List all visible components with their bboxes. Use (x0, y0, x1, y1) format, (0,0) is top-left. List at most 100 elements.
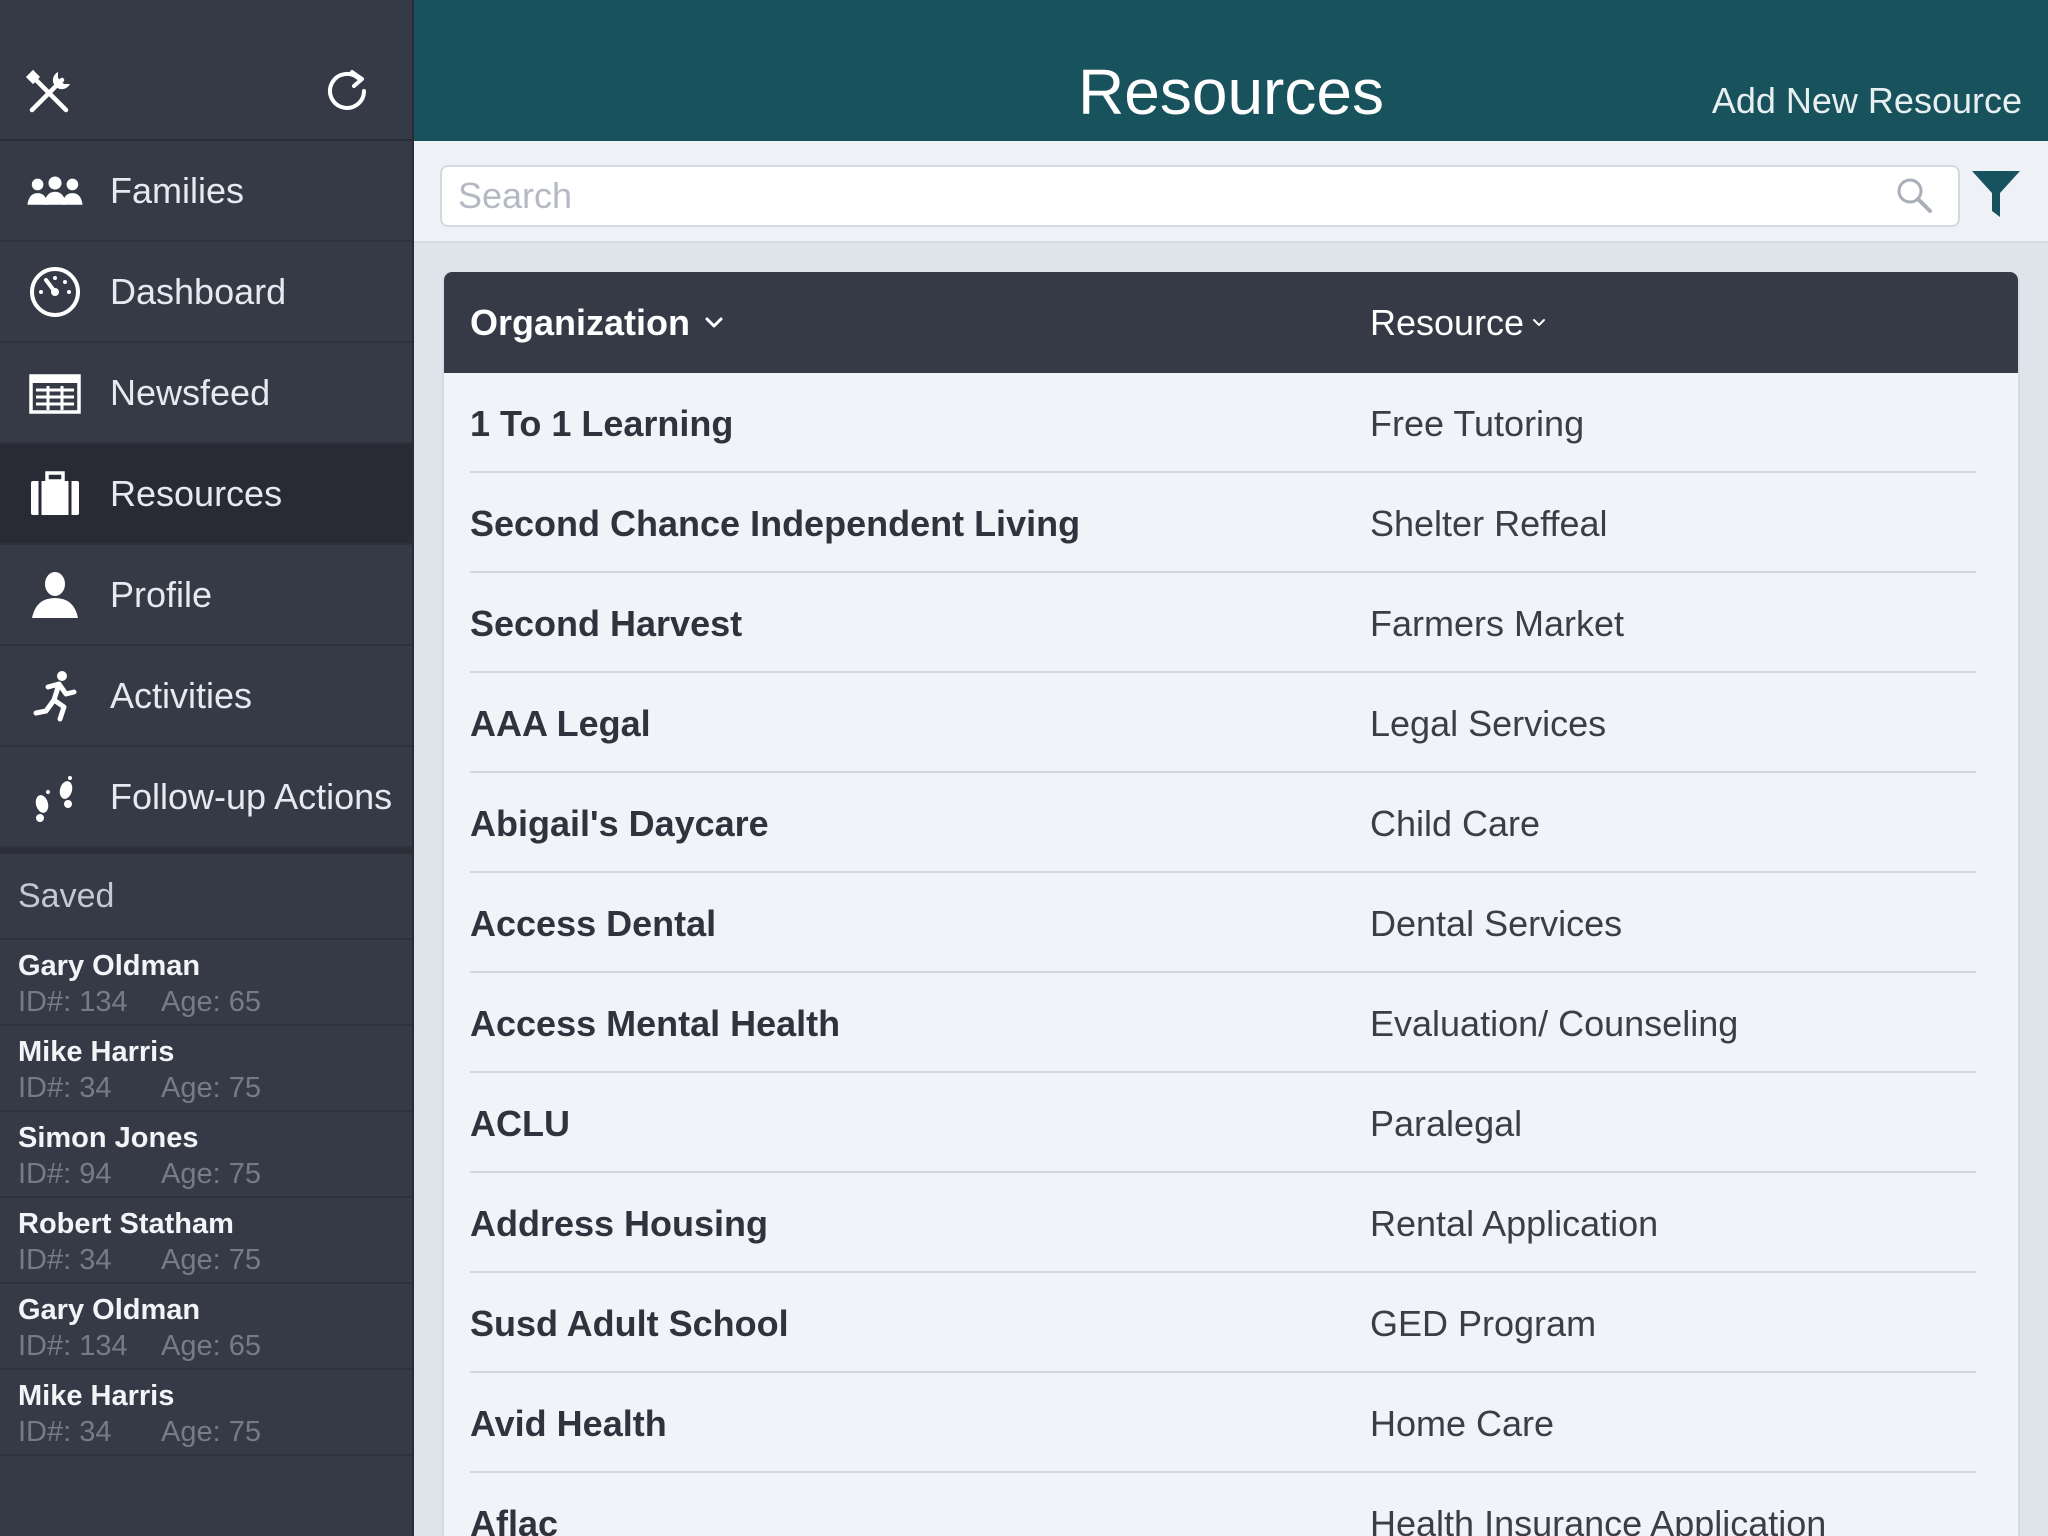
table-row[interactable]: Susd Adult School GED Program (470, 1273, 1976, 1373)
resource-cell: Home Care (1370, 1403, 1555, 1444)
table-row[interactable]: Access Dental Dental Services (470, 873, 1976, 973)
saved-item[interactable]: Mike Harris ID#: 34 Age: 75 (0, 1026, 412, 1112)
saved-heading: Saved (0, 854, 412, 940)
families-icon (0, 140, 110, 241)
sidebar: Families Dashboard Newsfeed Resources Pr… (0, 0, 414, 1536)
table-row[interactable]: ACLU Paralegal (470, 1073, 1976, 1173)
table-row[interactable]: Second Chance Independent Living Shelter … (470, 473, 1976, 573)
column-header-resource[interactable]: Resource (1370, 302, 1546, 344)
briefcase-icon (0, 443, 110, 544)
table-row[interactable]: Avid Health Home Care (470, 1373, 1976, 1473)
organization-cell: Access Mental Health (470, 1003, 841, 1044)
search-bar (414, 141, 2048, 243)
organization-cell: Aflac (470, 1503, 559, 1536)
table-row[interactable]: Address Housing Rental Application (470, 1173, 1976, 1273)
resource-cell: Farmers Market (1370, 603, 1625, 644)
sidebar-item-label: Families (110, 169, 245, 211)
search-input[interactable] (440, 165, 1960, 227)
saved-item-age: Age: 75 (161, 1072, 261, 1104)
organization-cell: Access Dental (470, 903, 717, 944)
table-row[interactable]: 1 To 1 Learning Free Tutoring (470, 373, 1976, 473)
column-header-organization[interactable]: Organization (470, 302, 724, 344)
table-row[interactable]: Second Harvest Farmers Market (470, 573, 1976, 673)
refresh-icon[interactable] (322, 66, 372, 116)
sidebar-item-label: Newsfeed (110, 371, 271, 413)
resource-cell: Shelter Reffeal (1370, 503, 1608, 544)
page-header: Resources Add New Resource (414, 0, 2048, 141)
saved-item-age: Age: 75 (161, 1244, 261, 1276)
newsfeed-icon (0, 342, 110, 443)
organization-cell: ACLU (470, 1103, 570, 1144)
sidebar-item-label: Dashboard (110, 270, 287, 312)
chevron-down-icon (705, 317, 723, 328)
sidebar-item-dashboard[interactable]: Dashboard (0, 242, 412, 343)
resource-cell: Paralegal (1370, 1103, 1523, 1144)
organization-cell: AAA Legal (470, 703, 651, 744)
resources-table: Organization Resource 1 To 1 Learning Fre… (442, 272, 2020, 1536)
resource-cell: Free Tutoring (1370, 403, 1585, 444)
table-row[interactable]: AAA Legal Legal Services (470, 673, 1976, 773)
saved-item-name: Robert Statham (18, 1208, 234, 1240)
saved-item-age: Age: 75 (161, 1416, 261, 1448)
filter-icon[interactable] (1970, 167, 2022, 223)
organization-cell: Address Housing (470, 1203, 769, 1244)
table-row[interactable]: Access Mental Health Evaluation/ Counseli… (470, 973, 1976, 1073)
column-header-label: Organization (470, 302, 691, 343)
organization-cell: Avid Health (470, 1403, 667, 1444)
sidebar-item-families[interactable]: Families (0, 141, 412, 242)
saved-item[interactable]: Simon Jones ID#: 94 Age: 75 (0, 1112, 412, 1198)
organization-cell: Abigail's Daycare (470, 803, 769, 844)
dashboard-icon (0, 241, 110, 342)
saved-item-id: ID#: 34 (18, 1072, 112, 1104)
profile-icon (0, 544, 110, 645)
running-icon (0, 645, 110, 746)
add-new-resource-button[interactable]: Add New Resource (1712, 80, 2022, 122)
saved-item-age: Age: 65 (161, 986, 261, 1018)
saved-item-id: ID#: 134 (18, 986, 128, 1018)
saved-item-name: Gary Oldman (18, 1294, 201, 1326)
sidebar-item-profile[interactable]: Profile (0, 545, 412, 646)
saved-item[interactable]: Gary Oldman ID#: 134 Age: 65 (0, 1284, 412, 1370)
table-body: 1 To 1 Learning Free Tutoring Second Chan… (444, 373, 2018, 1536)
saved-item[interactable]: Mike Harris ID#: 34 Age: 75 (0, 1370, 412, 1456)
resource-cell: GED Program (1370, 1303, 1597, 1344)
sidebar-item-resources[interactable]: Resources (0, 444, 412, 545)
saved-item-age: Age: 65 (161, 1330, 261, 1362)
saved-item-name: Mike Harris (18, 1036, 175, 1068)
resource-cell: Rental Application (1370, 1203, 1659, 1244)
resource-cell: Dental Services (1370, 903, 1623, 944)
saved-item-age: Age: 75 (161, 1158, 261, 1190)
resource-cell: Child Care (1370, 803, 1541, 844)
saved-item-id: ID#: 134 (18, 1330, 128, 1362)
sidebar-toolbar (0, 0, 412, 141)
organization-cell: Second Harvest (470, 603, 743, 644)
sidebar-item-follow-up-actions[interactable]: Follow-up Actions (0, 747, 412, 848)
search-icon[interactable] (1894, 175, 1934, 215)
tools-icon[interactable] (22, 66, 76, 120)
sidebar-item-newsfeed[interactable]: Newsfeed (0, 343, 412, 444)
saved-item-id: ID#: 34 (18, 1416, 112, 1448)
chevron-down-icon (1533, 319, 1546, 326)
saved-item-name: Gary Oldman (18, 950, 201, 982)
sidebar-item-activities[interactable]: Activities (0, 646, 412, 747)
footprints-icon (0, 746, 110, 847)
saved-item-id: ID#: 94 (18, 1158, 112, 1190)
organization-cell: Second Chance Independent Living (470, 503, 1081, 544)
saved-item-name: Simon Jones (18, 1122, 199, 1154)
resource-cell: Legal Services (1370, 703, 1607, 744)
resource-cell: Evaluation/ Counseling (1370, 1003, 1739, 1044)
organization-cell: 1 To 1 Learning (470, 403, 734, 444)
table-row[interactable]: Abigail's Daycare Child Care (470, 773, 1976, 873)
sidebar-item-label: Profile (110, 573, 213, 615)
table-row[interactable]: Aflac Health Insurance Application (470, 1473, 1976, 1536)
saved-item[interactable]: Robert Statham ID#: 34 Age: 75 (0, 1198, 412, 1284)
table-header: Organization Resource (444, 272, 2018, 373)
sidebar-item-label: Activities (110, 674, 253, 716)
saved-item-name: Mike Harris (18, 1380, 175, 1412)
saved-item[interactable]: Gary Oldman ID#: 134 Age: 65 (0, 940, 412, 1026)
saved-item-id: ID#: 34 (18, 1244, 112, 1276)
resource-cell: Health Insurance Application (1370, 1503, 1827, 1536)
sidebar-item-label: Resources (110, 472, 283, 514)
sidebar-item-label: Follow-up Actions (110, 775, 393, 817)
organization-cell: Susd Adult School (470, 1303, 789, 1344)
